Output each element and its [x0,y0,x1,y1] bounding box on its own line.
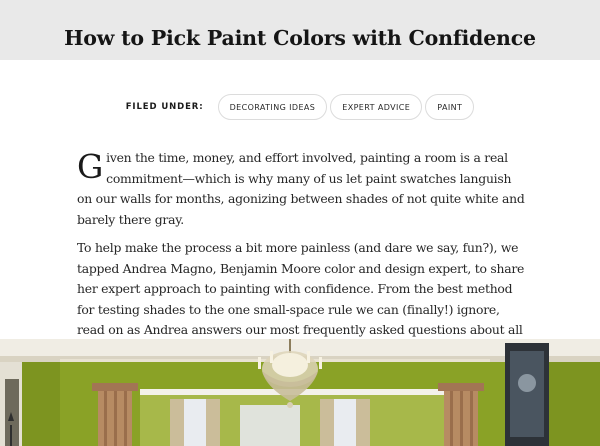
column-right [438,383,484,446]
intro-paragraph: Given the time, money, and effort involv… [77,148,525,230]
tag-paint[interactable]: PAINT [425,94,475,120]
filed-under-bar: FILED UNDER: DECORATING IDEAS EXPERT ADV… [0,94,600,120]
tag-expert-advice[interactable]: EXPERT ADVICE [330,94,423,120]
intro-text: iven the time, money, and effort involve… [77,150,525,227]
tag-decorating-ideas[interactable]: DECORATING IDEAS [217,94,328,120]
column-left [92,383,138,446]
filed-under-label: FILED UNDER: [125,102,204,112]
hero-image [0,339,600,446]
drop-cap: G [77,147,104,186]
article-body: Given the time, money, and effort involv… [77,148,525,369]
page-title: How to Pick Paint Colors with Confidence [64,25,536,50]
